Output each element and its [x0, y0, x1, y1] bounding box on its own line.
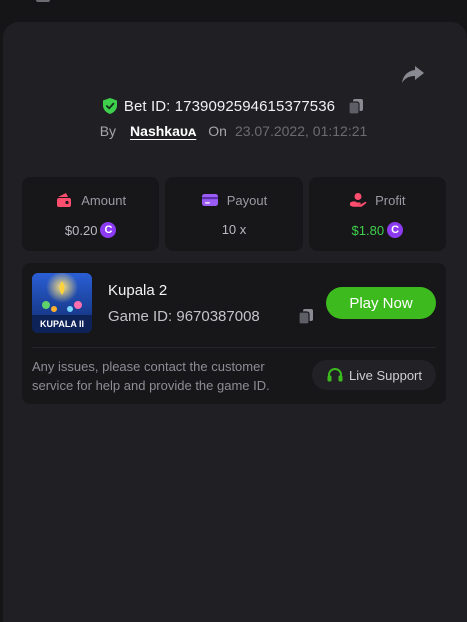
- play-now-button[interactable]: Play Now: [326, 287, 436, 319]
- bet-id-line: Bet ID: 1739092594615377536: [0, 96, 467, 116]
- username-link[interactable]: Nashkaᴜᴀ: [130, 123, 196, 139]
- payout-label: Payout: [226, 192, 268, 208]
- payout-card: Payout 10 x: [165, 177, 303, 251]
- wallet-icon: [201, 194, 218, 206]
- coin-icon: C: [100, 222, 117, 238]
- profit-card: Profit $1.80 C: [308, 177, 446, 251]
- game-name: Kupala 2: [108, 282, 168, 299]
- profit-value: $1.80: [351, 222, 385, 238]
- copy-game-id-icon[interactable]: [297, 307, 315, 325]
- headset-icon: [327, 367, 343, 382]
- game-id: Game ID: 9670387008: [108, 308, 260, 325]
- bet-stats: Amount $0.20 C Payout 10 x Profit $1.80 …: [22, 177, 446, 251]
- top-bar: [0, 0, 467, 22]
- payout-value: 10 x: [221, 222, 247, 237]
- support-message: Any issues, please contact the customer …: [32, 359, 270, 393]
- divider: [32, 347, 436, 348]
- by-label: By: [99, 123, 117, 139]
- share-icon[interactable]: [400, 62, 426, 86]
- top-bar-fragment: [36, 0, 50, 2]
- hand-coin-icon: [350, 193, 367, 207]
- thumbnail-title: KUPALA II: [40, 319, 84, 329]
- bet-id-text: Bet ID: 1739092594615377536: [123, 97, 336, 115]
- game-thumbnail[interactable]: KUPALA II: [32, 273, 92, 333]
- bet-author-line: By Nashkaᴜᴀ On 23.07.2022, 01:12:21: [0, 122, 467, 140]
- on-label: On: [208, 123, 227, 139]
- bet-datetime: 23.07.2022, 01:12:21: [234, 123, 368, 139]
- game-card: KUPALA II Kupala 2 Game ID: 9670387008 P…: [22, 263, 446, 404]
- amount-value: $0.20: [64, 222, 98, 238]
- profit-label: Profit: [375, 192, 406, 208]
- live-support-label: Live Support: [349, 367, 422, 383]
- bet-amount-icon: [57, 193, 72, 207]
- copy-bet-id-icon[interactable]: [347, 97, 365, 115]
- amount-card: Amount $0.20 C: [22, 177, 160, 251]
- verified-shield-icon: [102, 98, 117, 114]
- coin-icon: C: [387, 222, 404, 238]
- live-support-button[interactable]: Live Support: [312, 360, 436, 390]
- amount-label: Amount: [81, 192, 127, 208]
